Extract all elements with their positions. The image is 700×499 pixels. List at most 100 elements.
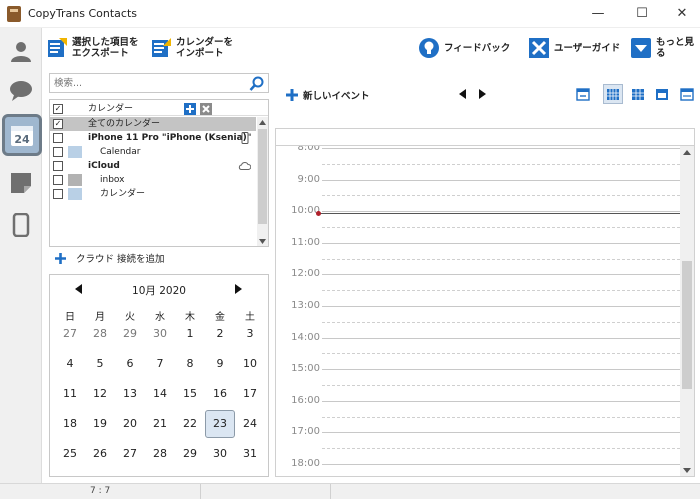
calendar-day[interactable]: 5 — [85, 350, 115, 378]
calendar-day[interactable]: 9 — [205, 350, 235, 378]
calendar-row-icloud[interactable]: iCloud — [50, 159, 256, 173]
calendar-day[interactable]: 29 — [115, 320, 145, 348]
calendar-day[interactable]: 3 — [235, 320, 265, 348]
calendar-day[interactable]: 17 — [235, 380, 265, 408]
calendar-list-scroll-thumb[interactable] — [258, 129, 267, 224]
calendar-row-checkbox[interactable] — [53, 189, 63, 199]
calendar-grid-icon — [632, 89, 644, 100]
calendar-list-header-label: カレンダー — [88, 104, 134, 114]
cloud-icon — [238, 162, 251, 170]
hour-gridline — [322, 242, 680, 244]
current-time-marker — [316, 211, 321, 217]
calendar-day[interactable]: 12 — [85, 380, 115, 408]
hour-label: 11:00 — [291, 236, 320, 248]
hour-gridline — [322, 274, 680, 276]
scroll-up-icon[interactable] — [259, 120, 266, 125]
new-event-button[interactable]: 新しいイベント — [285, 86, 370, 104]
calendar-day[interactable]: 27 — [55, 320, 85, 348]
maximize-button[interactable]: ☐ — [628, 4, 656, 24]
calendar-row-checkbox[interactable] — [53, 147, 63, 157]
calendar-row-icloud-calendar[interactable]: カレンダー — [50, 187, 256, 201]
scroll-up-icon[interactable] — [683, 150, 691, 155]
calendar-day[interactable]: 11 — [55, 380, 85, 408]
nav-contacts[interactable] — [6, 36, 36, 66]
calendar-row-calendar[interactable]: Calendar — [50, 145, 256, 159]
calendar-day[interactable]: 31 — [235, 440, 265, 468]
view-day-button[interactable] — [573, 84, 593, 104]
calendar-day[interactable]: 10 — [235, 350, 265, 378]
calendar-day[interactable]: 15 — [175, 380, 205, 408]
hour-gridline — [322, 306, 680, 307]
next-day-icon[interactable] — [479, 89, 486, 99]
calendar-day[interactable]: 21 — [145, 410, 175, 438]
export-selected-button[interactable]: 選択した項目を エクスポート — [46, 32, 139, 64]
calendar-row-label: Calendar — [100, 147, 141, 157]
view-week-button[interactable] — [603, 84, 623, 104]
view-month-button[interactable] — [652, 84, 672, 104]
calendar-day[interactable]: 27 — [115, 440, 145, 468]
calendar-day-selected[interactable]: 23 — [205, 410, 235, 438]
delete-calendar-icon[interactable] — [200, 103, 212, 115]
nav-messages[interactable] — [6, 76, 36, 106]
calendar-row-checkbox[interactable] — [53, 133, 63, 143]
calendar-day[interactable]: 30 — [205, 440, 235, 468]
add-calendar-icon[interactable] — [184, 103, 196, 115]
nav-calendar[interactable]: 24 — [2, 114, 42, 156]
day-view[interactable]: 8:00 9:00 10:00 11:00 12:00 13:00 14:00 15:00 16… — [275, 146, 695, 477]
scroll-down-icon[interactable] — [259, 239, 266, 244]
calendar-day[interactable]: 4 — [55, 350, 85, 378]
calendar-day[interactable]: 20 — [115, 410, 145, 438]
mini-calendar-header: 10月 2020 — [50, 283, 268, 297]
calendar-day[interactable]: 26 — [85, 440, 115, 468]
calendar-day[interactable]: 24 — [235, 410, 265, 438]
search-icon[interactable] — [249, 76, 265, 92]
next-month-icon[interactable] — [235, 284, 242, 294]
calendar-day[interactable]: 14 — [145, 380, 175, 408]
minimize-button[interactable]: — — [584, 4, 612, 24]
calendar-day[interactable]: 22 — [175, 410, 205, 438]
calendar-row-all[interactable]: ✓ 全てのカレンダー — [50, 117, 256, 131]
view-list-button[interactable] — [677, 84, 697, 104]
calendar-day[interactable]: 18 — [55, 410, 85, 438]
calendar-row-checkbox[interactable] — [53, 175, 63, 185]
import-calendar-button[interactable]: カレンダーを インポート — [150, 32, 233, 64]
view-workweek-button[interactable] — [628, 84, 648, 104]
calendar-day[interactable]: 16 — [205, 380, 235, 408]
calendar-day[interactable]: 25 — [55, 440, 85, 468]
calendar-day[interactable]: 29 — [175, 440, 205, 468]
export-icon — [48, 38, 67, 57]
calendar-row-checkbox[interactable]: ✓ — [53, 119, 63, 129]
scroll-down-icon[interactable] — [683, 468, 691, 473]
calendar-day[interactable]: 19 — [85, 410, 115, 438]
search-input[interactable] — [54, 76, 244, 90]
calendar-row-inbox[interactable]: inbox — [50, 173, 256, 187]
nav-notes[interactable] — [6, 168, 36, 198]
feedback-button[interactable]: フィードバック — [418, 32, 510, 64]
main-toolbar: 選択した項目を エクスポート カレンダーを インポート フィードバック ユーザー… — [42, 28, 700, 68]
close-button[interactable]: ✕ — [668, 4, 696, 24]
import-calendar-label: カレンダーを インポート — [176, 37, 234, 59]
calendar-day[interactable]: 6 — [115, 350, 145, 378]
calendar-color-swatch — [68, 174, 82, 186]
calendar-list-scrollbar[interactable] — [257, 117, 268, 246]
hour-label: 15:00 — [291, 363, 320, 375]
calendar-day[interactable]: 8 — [175, 350, 205, 378]
more-button[interactable]: もっと見る — [630, 32, 700, 64]
calendar-day[interactable]: 13 — [115, 380, 145, 408]
nav-device[interactable] — [6, 210, 36, 240]
calendar-day[interactable]: 30 — [145, 320, 175, 348]
calendar-row-checkbox[interactable] — [53, 161, 63, 171]
calendar-row-iphone[interactable]: iPhone 11 Pro "iPhone (Ksenia)" — [50, 131, 256, 145]
calendar-day[interactable]: 1 — [175, 320, 205, 348]
calendar-day[interactable]: 2 — [205, 320, 235, 348]
add-cloud-connection-button[interactable]: クラウド 接続を追加 — [54, 250, 165, 266]
calendar-day[interactable]: 28 — [145, 440, 175, 468]
calendar-day[interactable]: 7 — [145, 350, 175, 378]
day-view-scroll-thumb[interactable] — [682, 261, 692, 389]
user-guide-label: ユーザーガイド — [554, 42, 621, 54]
select-all-checkbox[interactable]: ✓ — [53, 104, 63, 114]
day-view-scrollbar[interactable] — [680, 146, 694, 476]
calendar-day[interactable]: 28 — [85, 320, 115, 348]
prev-day-icon[interactable] — [459, 89, 466, 99]
user-guide-button[interactable]: ユーザーガイド — [528, 32, 620, 64]
